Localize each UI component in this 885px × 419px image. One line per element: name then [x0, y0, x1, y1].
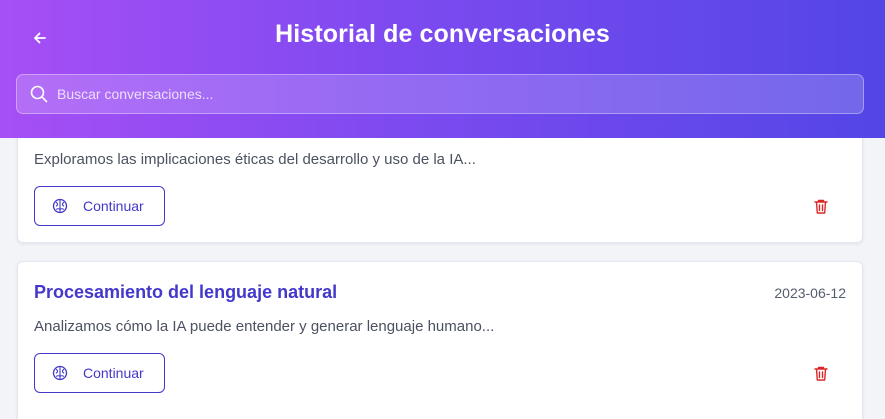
continue-label: Continuar	[83, 198, 144, 214]
conversation-card: Procesamiento del lenguaje natural 2023-…	[17, 261, 863, 419]
app-header: Historial de conversaciones	[0, 0, 885, 138]
conversation-list: Exploramos las implicaciones éticas del …	[0, 138, 885, 419]
conversation-description: Exploramos las implicaciones éticas del …	[34, 151, 476, 168]
continue-label: Continuar	[83, 365, 144, 381]
conversation-date: 2023-06-12	[774, 285, 846, 301]
trash-icon	[814, 199, 828, 214]
conversation-description: Analizamos cómo la IA puede entender y g…	[34, 318, 495, 335]
search-input[interactable]	[57, 75, 863, 113]
conversation-title[interactable]: Procesamiento del lenguaje natural	[34, 282, 337, 303]
search-bar[interactable]	[16, 74, 864, 114]
continue-button[interactable]: Continuar	[34, 186, 165, 226]
delete-button[interactable]	[810, 195, 832, 217]
conversation-card: Exploramos las implicaciones éticas del …	[17, 138, 863, 243]
trash-icon	[814, 366, 828, 381]
continue-button[interactable]: Continuar	[34, 353, 165, 393]
delete-button[interactable]	[810, 362, 832, 384]
page-title: Historial de conversaciones	[275, 20, 610, 48]
brain-icon	[51, 364, 69, 382]
brain-icon	[51, 197, 69, 215]
search-icon	[29, 84, 49, 104]
